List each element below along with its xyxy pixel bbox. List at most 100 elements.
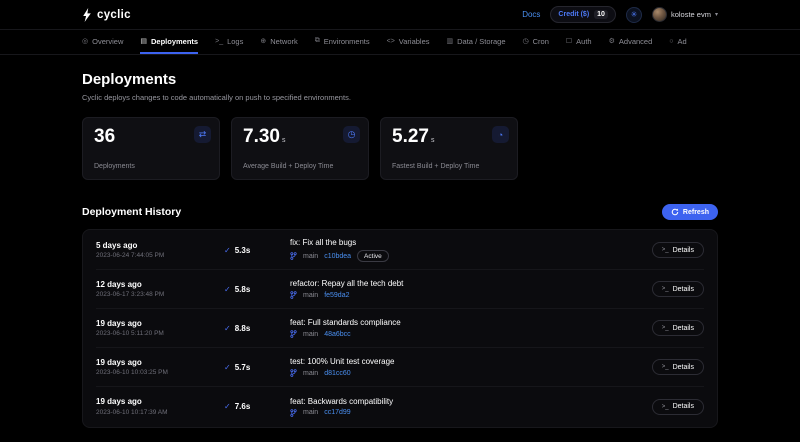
tab-data-storage[interactable]: ▥ Data / Storage (447, 30, 506, 54)
tab-ad[interactable]: ○ Ad (669, 30, 686, 54)
username: koloste evm (671, 10, 711, 19)
page-title: Deployments (82, 71, 718, 88)
tab-environments[interactable]: ⧉ Environments (315, 30, 370, 54)
commit-message: feat: Full standards compliance (290, 318, 652, 327)
refresh-icon (671, 208, 679, 216)
check-icon: ✓ (224, 363, 231, 372)
tab-auth[interactable]: ☐ Auth (566, 30, 592, 54)
stat-label: Average Build + Deploy Time (243, 163, 333, 170)
main-content: Deployments Cyclic deploys changes to co… (0, 71, 800, 428)
commit-hash-link[interactable]: d81cc60 (324, 370, 350, 377)
tab-icon: ▤ (140, 37, 147, 45)
cyclic-logo[interactable]: cyclic (82, 8, 131, 22)
brand-name: cyclic (97, 9, 131, 21)
terminal-icon: >_ (662, 247, 669, 253)
refresh-label: Refresh (683, 209, 709, 216)
terminal-icon: >_ (662, 286, 669, 292)
credit-label: Credit ($) (558, 11, 589, 18)
top-bar: cyclic Docs Credit ($) 10 ✳ koloste evm … (0, 0, 800, 30)
deploy-duration: 5.8s (235, 285, 251, 294)
stat-value: 36 (94, 126, 115, 147)
details-button[interactable]: >_ Details (652, 359, 704, 375)
tab-icon: ⚙ (609, 37, 615, 45)
stat-value: 7.30 (243, 126, 280, 147)
deployment-row: 12 days ago 2023-06-17 3:23:48 PM ✓ 5.8s… (96, 270, 704, 309)
spark-icon: ✳ (631, 10, 638, 19)
deployment-history-panel: 5 days ago 2023-06-24 7:44:05 PM ✓ 5.3s … (82, 229, 718, 428)
commit-hash-link[interactable]: cc17d99 (324, 409, 350, 416)
tab-label: Auth (576, 37, 591, 46)
commit-message: refactor: Repay all the tech debt (290, 279, 652, 288)
stat-unit: s (431, 137, 435, 144)
deploy-age: 5 days ago (96, 241, 224, 250)
deploy-timestamp: 2023-06-24 7:44:05 PM (96, 252, 224, 259)
stat-value: 5.27 (392, 126, 429, 147)
credit-count-badge: 10 (594, 10, 608, 19)
tab-label: Logs (227, 37, 243, 46)
tab-deployments[interactable]: ▤ Deployments (140, 30, 198, 54)
tab-icon: ⊕ (260, 37, 266, 45)
deploy-duration: 5.3s (235, 246, 251, 255)
check-icon: ✓ (224, 402, 231, 411)
tab-label: Data / Storage (457, 37, 505, 46)
tab-label: Deployments (151, 37, 198, 46)
deploy-age: 19 days ago (96, 358, 224, 367)
history-title: Deployment History (82, 206, 181, 218)
branch-icon (290, 369, 297, 377)
branch-name: main (303, 292, 318, 299)
deploy-timestamp: 2023-06-10 10:03:25 PM (96, 369, 224, 376)
check-icon: ✓ (224, 324, 231, 333)
tab-cron[interactable]: ◷ Cron (523, 30, 549, 54)
tab-advanced[interactable]: ⚙ Advanced (609, 30, 653, 54)
branch-icon (290, 330, 297, 338)
chevron-down-icon: ▾ (715, 11, 718, 18)
tab-label: Network (270, 37, 298, 46)
deployment-row: 19 days ago 2023-06-10 10:03:25 PM ✓ 5.7… (96, 348, 704, 387)
tab-icon: ▥ (447, 37, 454, 45)
stat-card: 36 Deployments ⇄ (82, 117, 220, 180)
tab-label: Overview (92, 37, 123, 46)
deployment-row: 19 days ago 2023-06-10 10:17:39 AM ✓ 7.6… (96, 387, 704, 426)
tab-logs[interactable]: >_ Logs (215, 30, 243, 54)
stat-unit: s (282, 137, 286, 144)
deploy-icon-box: ⇄ (194, 126, 211, 143)
details-button[interactable]: >_ Details (652, 320, 704, 336)
tab-icon: ◷ (523, 37, 529, 45)
refresh-button[interactable]: Refresh (662, 204, 718, 220)
commit-hash-link[interactable]: 48a6bcc (324, 331, 350, 338)
avatar (652, 7, 667, 22)
docs-link[interactable]: Docs (522, 10, 540, 19)
details-button[interactable]: >_ Details (652, 399, 704, 415)
spark-icon-button[interactable]: ✳ (626, 7, 642, 23)
details-button[interactable]: >_ Details (652, 281, 704, 297)
tab-variables[interactable]: <> Variables (387, 30, 430, 54)
branch-name: main (303, 253, 318, 260)
tab-overview[interactable]: ◎ Overview (82, 30, 123, 54)
tab-icon: ☐ (566, 37, 572, 45)
branch-icon (290, 291, 297, 299)
tab-label: Cron (533, 37, 549, 46)
tab-label: Ad (677, 37, 686, 46)
history-header: Deployment History Refresh (82, 204, 718, 220)
deploy-duration: 7.6s (235, 402, 251, 411)
user-menu[interactable]: koloste evm ▾ (652, 7, 718, 22)
tab-label: Environments (324, 37, 370, 46)
tab-icon: ⧉ (315, 37, 320, 45)
tab-icon: <> (387, 38, 395, 45)
clock-icon: ◷ (348, 129, 356, 140)
stat-card: 5.27s Fastest Build + Deploy Time ◔ (380, 117, 518, 180)
tab-icon: ○ (669, 38, 673, 45)
deployment-row: 19 days ago 2023-06-10 5:11:20 PM ✓ 8.8s… (96, 309, 704, 348)
commit-hash-link[interactable]: c10bdea (324, 253, 351, 260)
credit-button[interactable]: Credit ($) 10 (550, 6, 616, 23)
branch-icon (290, 252, 297, 260)
details-button[interactable]: >_ Details (652, 242, 704, 258)
stat-card: 7.30s Average Build + Deploy Time ◷ (231, 117, 369, 180)
bolt-icon (82, 8, 92, 22)
deploy-age: 12 days ago (96, 280, 224, 289)
commit-message: test: 100% Unit test coverage (290, 357, 652, 366)
commit-hash-link[interactable]: fe59da2 (324, 292, 349, 299)
tab-icon: >_ (215, 38, 223, 45)
tab-network[interactable]: ⊕ Network (260, 30, 297, 54)
deploy-timestamp: 2023-06-17 3:23:48 PM (96, 291, 224, 298)
